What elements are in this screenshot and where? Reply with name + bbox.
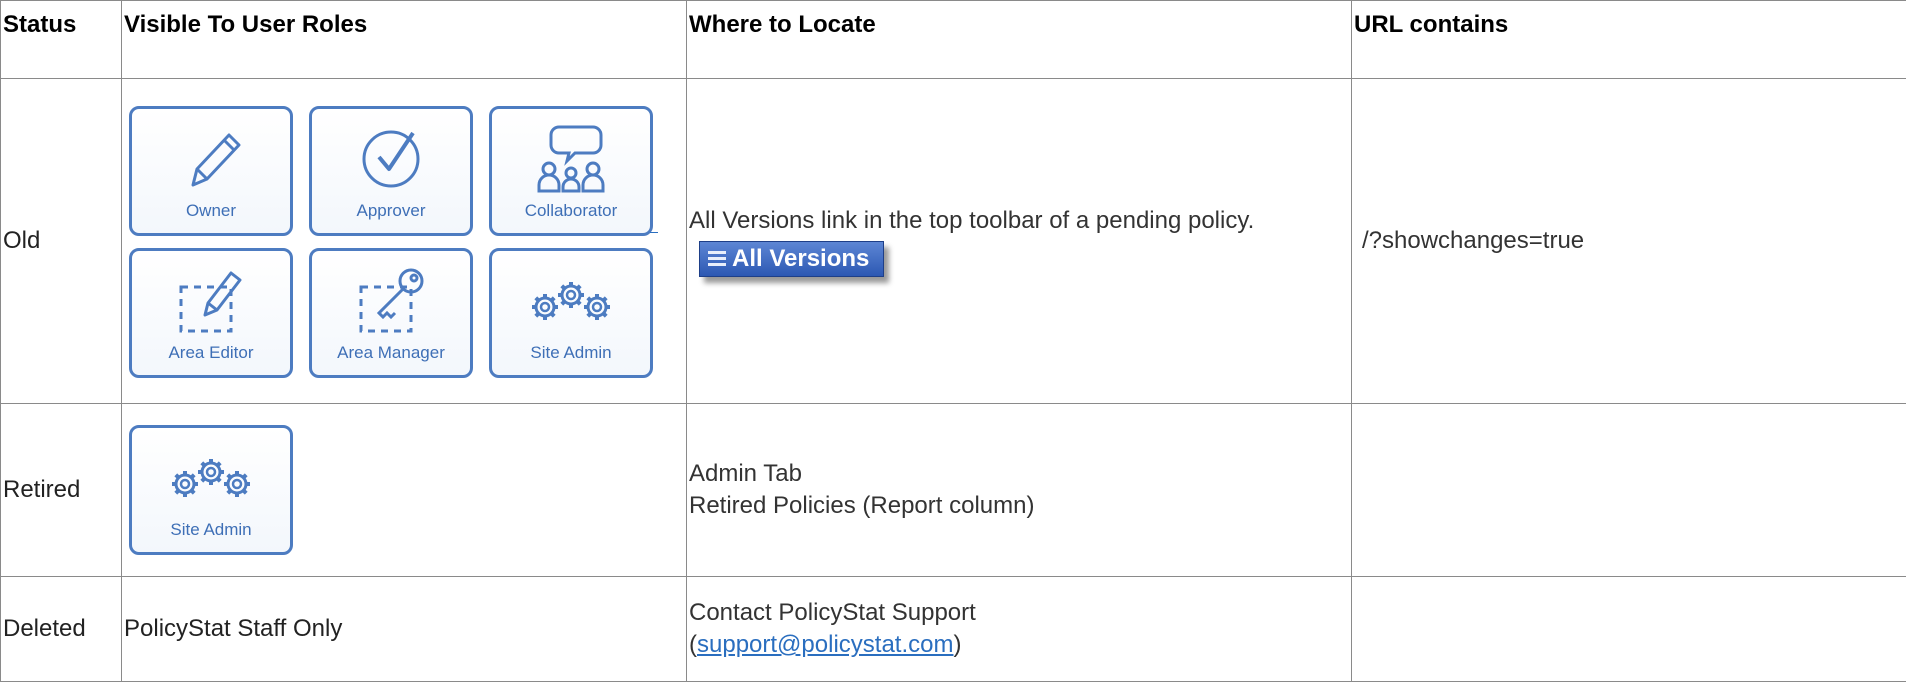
- badge-label: Area Manager: [337, 343, 445, 363]
- pencil-icon: [169, 123, 253, 193]
- roles-cell: PolicyStat Staff Only: [122, 577, 687, 682]
- where-line: Contact PolicyStat Support: [689, 597, 1351, 629]
- gears-icon: [169, 442, 253, 512]
- header-row: Status Visible To User Roles Where to Lo…: [1, 1, 1906, 79]
- role-badge-approver[interactable]: Approver: [309, 106, 473, 236]
- header-status: Status: [1, 1, 122, 79]
- close-paren: ): [953, 631, 961, 658]
- support-email-link[interactable]: support@policystat.com: [697, 631, 953, 658]
- role-badge-owner[interactable]: Owner: [129, 106, 293, 236]
- table-row-old: Old Owner Approver: [1, 79, 1906, 404]
- url-text: /?showchanges=true: [1354, 227, 1584, 254]
- all-versions-label: All Versions: [732, 245, 869, 273]
- role-badge-area-editor[interactable]: Area Editor: [129, 248, 293, 378]
- header-url: URL contains: [1352, 1, 1906, 79]
- role-badges: Owner Approver: [124, 104, 686, 378]
- people-chat-icon: [529, 123, 613, 193]
- url-cell: /?showchanges=true: [1352, 79, 1906, 404]
- table-row-retired: Retired Site Admin Admin Tab Retired Pol…: [1, 404, 1906, 577]
- where-cell: Admin Tab Retired Policies (Report colum…: [687, 404, 1352, 577]
- where-line: (support@policystat.com): [689, 629, 1351, 661]
- header-roles: Visible To User Roles: [122, 1, 687, 79]
- url-cell: [1352, 577, 1906, 682]
- url-cell: [1352, 404, 1906, 577]
- roles-cell: Owner Approver: [122, 79, 687, 404]
- badge-label: Collaborator: [525, 201, 618, 221]
- badge-label: Owner: [186, 201, 236, 221]
- gears-icon: [529, 265, 613, 335]
- status-cell: Old: [1, 79, 122, 404]
- empty-link[interactable]: [650, 232, 658, 233]
- table-row-deleted: Deleted PolicyStat Staff Only Contact Po…: [1, 577, 1906, 682]
- status-cell: Retired: [1, 404, 122, 577]
- roles-table: Status Visible To User Roles Where to Lo…: [0, 0, 1906, 682]
- where-line: Admin Tab: [689, 458, 1351, 490]
- where-cell: All Versions link in the top toolbar of …: [687, 79, 1352, 404]
- header-where: Where to Locate: [687, 1, 1352, 79]
- badge-label: Site Admin: [530, 343, 611, 363]
- role-badge-area-manager[interactable]: Area Manager: [309, 248, 473, 378]
- role-badge-site-admin[interactable]: Site Admin: [489, 248, 653, 378]
- check-circle-icon: [349, 123, 433, 193]
- role-badge-collaborator[interactable]: Collaborator: [489, 106, 653, 236]
- roles-cell: Site Admin: [122, 404, 687, 577]
- area-pencil-icon: [169, 265, 253, 335]
- all-versions-button[interactable]: All Versions: [699, 241, 884, 277]
- status-cell: Deleted: [1, 577, 122, 682]
- badge-label: Approver: [357, 201, 426, 221]
- where-cell: Contact PolicyStat Support (support@poli…: [687, 577, 1352, 682]
- open-paren: (: [689, 631, 697, 658]
- role-badge-site-admin[interactable]: Site Admin: [129, 425, 293, 555]
- where-line: Retired Policies (Report column): [689, 490, 1351, 522]
- badge-label: Site Admin: [170, 520, 251, 540]
- area-key-icon: [349, 265, 433, 335]
- badge-label: Area Editor: [168, 343, 253, 363]
- list-icon: [708, 251, 726, 267]
- where-text: All Versions link in the top toolbar of …: [689, 205, 1351, 237]
